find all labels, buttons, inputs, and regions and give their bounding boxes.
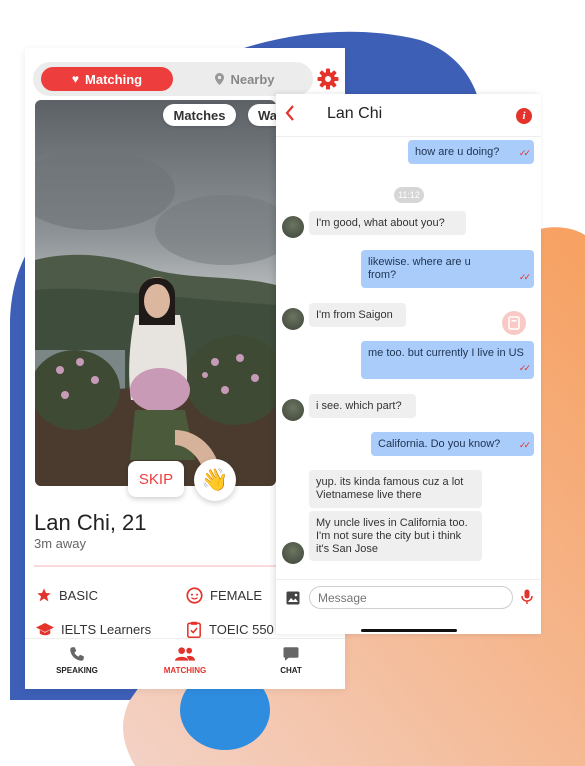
chat-title: Lan Chi	[327, 105, 383, 122]
phone-icon	[70, 647, 84, 661]
wave-icon: 👋	[201, 467, 229, 492]
divider	[34, 565, 276, 567]
message-outgoing: California. Do you know? ✓✓	[371, 432, 534, 456]
home-indicator	[361, 629, 457, 632]
graduation-cap-icon	[36, 623, 54, 636]
star-icon	[37, 588, 51, 602]
clipboard-icon	[187, 621, 201, 638]
info-icon[interactable]: i	[516, 108, 532, 124]
tab-matches[interactable]: Matches	[163, 104, 236, 126]
gear-icon[interactable]	[317, 68, 339, 90]
nav-chat[interactable]: CHAT	[251, 645, 331, 675]
chat-header	[276, 94, 541, 137]
profile-photo[interactable]	[35, 100, 276, 486]
people-icon	[175, 647, 195, 661]
tab-nearby[interactable]: Nearby	[180, 67, 310, 91]
tab-matching[interactable]: ♥ Matching	[41, 67, 173, 91]
avatar[interactable]	[282, 542, 304, 564]
nav-matching[interactable]: MATCHING	[145, 645, 225, 675]
wave-button[interactable]: 👋	[194, 459, 236, 501]
attribute-group: IELTS Learners	[36, 621, 151, 637]
avatar[interactable]	[282, 216, 304, 238]
profile-name: Lan Chi, 21	[34, 510, 147, 535]
profile-distance: 3m away	[34, 536, 87, 551]
message-incoming: I'm good, what about you?	[309, 211, 466, 235]
time-divider: 11:12	[394, 187, 424, 203]
microphone-icon[interactable]	[521, 589, 533, 610]
nav-speaking[interactable]: SPEAKING	[37, 645, 117, 675]
avatar[interactable]	[282, 399, 304, 421]
message-incoming: yup. its kinda famous cuz a lot Vietname…	[309, 470, 482, 508]
read-receipt-icon: ✓✓	[518, 148, 531, 158]
composer-divider	[276, 579, 541, 580]
attribute-score: TOEIC 550	[186, 621, 274, 638]
message-incoming: My uncle lives in California too. I'm no…	[309, 511, 482, 561]
attribute-gender: FEMALE	[186, 587, 262, 604]
face-icon	[186, 587, 203, 604]
message-incoming: I'm from Saigon	[309, 303, 406, 327]
message-outgoing: likewise. where are u from? ✓✓	[361, 250, 534, 288]
read-receipt-icon: ✓✓	[518, 363, 531, 373]
read-receipt-icon: ✓✓	[518, 440, 531, 450]
attribute-basic: BASIC	[36, 587, 98, 603]
image-icon[interactable]	[286, 591, 300, 610]
heart-icon: ♥	[71, 72, 80, 86]
message-outgoing: me too. but currently I live in US ✓✓	[361, 341, 534, 379]
avatar[interactable]	[282, 308, 304, 330]
message-outgoing: how are u doing? ✓✓	[408, 140, 534, 164]
chat-bubble-icon	[283, 647, 299, 661]
back-icon[interactable]	[285, 104, 295, 127]
location-pin-icon	[215, 73, 225, 85]
message-input[interactable]	[309, 586, 513, 609]
skip-button[interactable]: SKIP	[128, 461, 184, 497]
read-receipt-icon: ✓✓	[518, 272, 531, 282]
message-incoming: i see. which part?	[309, 394, 416, 418]
scroll-to-bottom-button[interactable]	[502, 311, 526, 335]
